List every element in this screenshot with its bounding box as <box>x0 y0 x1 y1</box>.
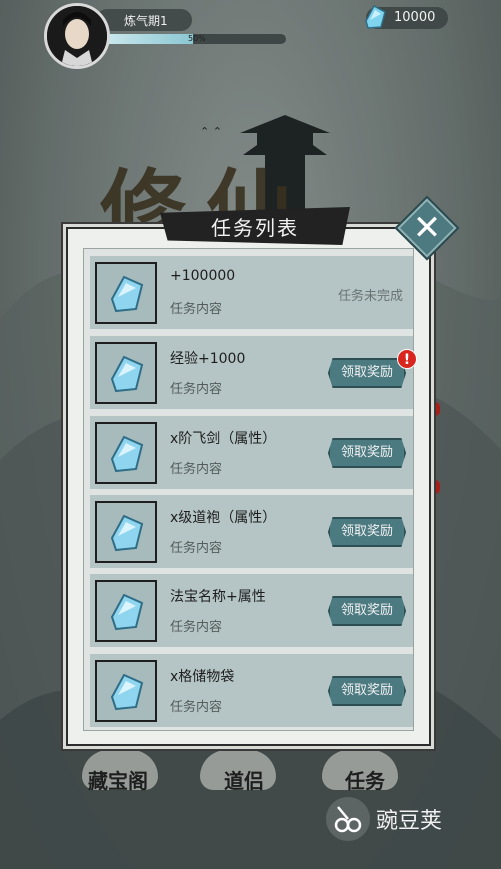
reward-thumbnail <box>95 580 157 642</box>
dialog-title: 任务列表 <box>211 216 299 240</box>
task-description: 任务内容 <box>170 700 223 715</box>
reward-thumbnail <box>95 660 157 722</box>
close-icon[interactable]: ✕ <box>409 208 445 248</box>
realm-label: 炼气期1 <box>124 14 168 28</box>
blue-crystal-icon <box>110 593 144 631</box>
watermark-text: 豌豆荚 <box>376 809 443 834</box>
task-description: 任务内容 <box>170 302 223 317</box>
reward-thumbnail <box>95 501 157 563</box>
task-name: 经验+1000 <box>170 351 246 367</box>
avatar[interactable] <box>44 3 110 69</box>
task-row: 法宝名称+属性 任务内容 领取奖励 <box>90 574 413 647</box>
task-description: 任务内容 <box>170 462 223 477</box>
task-row: x级道袍（属性） 任务内容 领取奖励 <box>90 495 413 568</box>
character-portrait-icon <box>47 6 107 66</box>
claim-reward-button[interactable]: 领取奖励 <box>328 517 406 547</box>
task-description: 任务内容 <box>170 620 223 635</box>
exp-progress-text: 50% <box>188 34 206 43</box>
task-name: x格储物袋 <box>170 669 235 685</box>
reward-thumbnail <box>95 422 157 484</box>
currency-value: 10000 <box>394 10 436 25</box>
watermark: 豌豆荚 <box>326 797 442 841</box>
exp-progress-fill <box>100 34 193 44</box>
claim-reward-button[interactable]: 领取奖励 <box>328 596 406 626</box>
task-name: +100000 <box>170 268 236 284</box>
task-row: x格储物袋 任务内容 领取奖励 <box>90 654 413 727</box>
blue-crystal-icon <box>110 673 144 711</box>
blue-crystal-icon <box>110 275 144 313</box>
blue-crystal-icon <box>110 355 144 393</box>
reward-thumbnail <box>95 342 157 404</box>
blue-crystal-icon <box>365 4 386 29</box>
task-name: 法宝名称+属性 <box>170 589 266 605</box>
task-name: x阶飞剑（属性） <box>170 431 277 447</box>
task-row: +100000 任务内容 任务未完成 <box>90 256 413 329</box>
blue-crystal-icon <box>110 435 144 473</box>
task-row: 经验+1000 任务内容 领取奖励 <box>90 336 413 409</box>
task-description: 任务内容 <box>170 541 223 556</box>
claim-reward-button[interactable]: 领取奖励 <box>328 358 406 388</box>
pea-logo-icon <box>326 797 370 841</box>
reward-thumbnail <box>95 262 157 324</box>
task-description: 任务内容 <box>170 382 223 397</box>
blue-crystal-icon <box>110 514 144 552</box>
task-row: x阶飞剑（属性） 任务内容 领取奖励 <box>90 416 413 489</box>
alert-badge-icon: ! <box>397 349 417 369</box>
claim-reward-button[interactable]: 领取奖励 <box>328 676 406 706</box>
task-name: x级道袍（属性） <box>170 510 277 526</box>
claim-reward-button[interactable]: 领取奖励 <box>328 438 406 468</box>
task-status-incomplete: 任务未完成 <box>337 289 403 304</box>
